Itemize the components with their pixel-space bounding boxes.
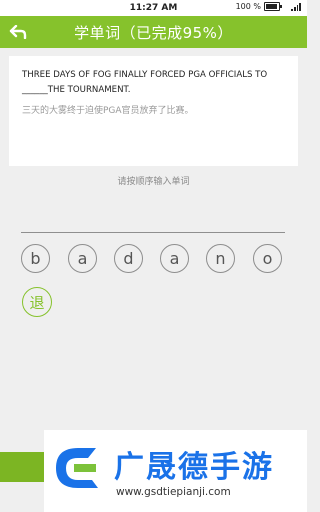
letter-button[interactable]: o <box>253 244 282 273</box>
title-bar: 学单词（已完成95%） <box>0 16 307 48</box>
letter-button[interactable]: a <box>160 244 189 273</box>
letter-button[interactable]: a <box>68 244 97 273</box>
chinese-translation: 三天的大雾终于迫使PGA官员放弃了比赛。 <box>22 106 194 116</box>
page-title: 学单词（已完成95%） <box>74 23 233 42</box>
battery-percent: 100 % <box>235 2 261 11</box>
status-right: 100 % <box>236 2 301 11</box>
letter-options: b a d a n o <box>21 244 287 274</box>
question-card: THREE DAYS OF FOG FINALLY FORCED PGA OFF… <box>9 56 298 166</box>
signal-icon <box>291 2 301 11</box>
bottom-bar <box>0 452 44 482</box>
back-button[interactable] <box>7 22 29 42</box>
battery-icon <box>264 2 282 11</box>
answer-line <box>21 232 285 233</box>
letter-button[interactable]: b <box>21 244 50 273</box>
watermark-url: www.gsdtiepianji.com <box>116 486 231 498</box>
watermark-logo-icon <box>56 448 98 488</box>
letter-button[interactable]: n <box>206 244 235 273</box>
backspace-button[interactable]: 退 <box>22 287 52 317</box>
input-hint: 请按顺序输入单词 <box>117 177 190 187</box>
watermark-name: 广晟德手游 <box>114 450 274 485</box>
back-arrow-icon <box>9 25 27 39</box>
letter-button[interactable]: d <box>114 244 143 273</box>
status-time: 11:27 AM <box>129 3 178 13</box>
watermark: 广晟德手游 www.gsdtiepianji.com <box>44 430 307 512</box>
english-sentence: THREE DAYS OF FOG FINALLY FORCED PGA OFF… <box>22 70 268 95</box>
status-bar: 11:27 AM 100 % <box>0 0 307 16</box>
